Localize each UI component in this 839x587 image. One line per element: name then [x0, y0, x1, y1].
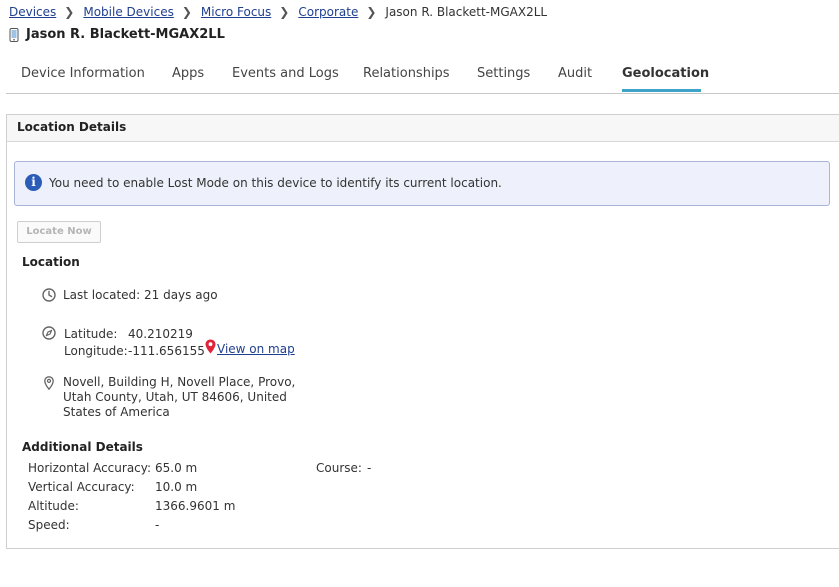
- active-tab-indicator: [622, 89, 701, 92]
- tab-settings[interactable]: Settings: [477, 66, 530, 81]
- course-value: -: [367, 461, 372, 475]
- breadcrumb: Devices ❯ Mobile Devices ❯ Micro Focus ❯…: [9, 4, 547, 20]
- altitude-label: Altitude:: [28, 499, 79, 513]
- breadcrumb-micro-focus[interactable]: Micro Focus: [201, 5, 271, 19]
- breadcrumb-corporate[interactable]: Corporate: [298, 5, 358, 19]
- tab-geolocation[interactable]: Geolocation: [622, 66, 709, 81]
- breadcrumb-current: Jason R. Blackett-MGAX2LL: [385, 5, 548, 19]
- location-heading: Location: [22, 255, 80, 269]
- tab-bar: Device Information Apps Events and Logs …: [6, 57, 839, 94]
- address-text: Novell, Building H, Novell Place, Provo,…: [63, 375, 296, 419]
- compass-icon: [42, 326, 56, 340]
- chevron-right-icon: ❯: [366, 5, 377, 19]
- speed-value: -: [155, 518, 160, 532]
- horizontal-accuracy-value: 65.0 m: [155, 461, 198, 475]
- speed-label: Speed:: [28, 518, 70, 532]
- breadcrumb-mobile-devices[interactable]: Mobile Devices: [83, 5, 173, 19]
- latitude-value: 40.210219: [128, 327, 193, 341]
- info-banner: i You need to enable Lost Mode on this d…: [14, 161, 830, 206]
- latitude-label: Latitude:: [64, 327, 118, 341]
- altitude-value: 1366.9601 m: [155, 499, 236, 513]
- horizontal-accuracy-label: Horizontal Accuracy:: [28, 461, 152, 475]
- chevron-right-icon: ❯: [64, 5, 75, 19]
- page-title: Jason R. Blackett-MGAX2LL: [8, 27, 225, 42]
- tab-events-and-logs[interactable]: Events and Logs: [232, 66, 339, 81]
- tab-device-information[interactable]: Device Information: [21, 66, 145, 81]
- map-pin-icon[interactable]: [205, 339, 216, 354]
- info-message: You need to enable Lost Mode on this dev…: [49, 176, 502, 190]
- mobile-device-icon: [9, 27, 19, 42]
- course-label: Course:: [316, 461, 362, 475]
- tab-audit[interactable]: Audit: [558, 66, 592, 81]
- additional-details-heading: Additional Details: [22, 440, 143, 454]
- vertical-accuracy-label: Vertical Accuracy:: [28, 480, 135, 494]
- view-on-map-link[interactable]: View on map: [217, 342, 295, 356]
- chevron-right-icon: ❯: [279, 5, 290, 19]
- panel-header: Location Details: [7, 115, 839, 142]
- tab-apps[interactable]: Apps: [172, 66, 204, 81]
- locate-now-button[interactable]: Locate Now: [17, 221, 101, 243]
- device-title: Jason R. Blackett-MGAX2LL: [26, 27, 225, 42]
- longitude-value: -111.656155: [128, 344, 205, 358]
- last-located-text: Last located: 21 days ago: [63, 288, 218, 302]
- location-marker-icon: [44, 376, 54, 390]
- breadcrumb-devices[interactable]: Devices: [9, 5, 56, 19]
- clock-icon: [42, 288, 56, 302]
- info-icon: i: [25, 174, 42, 191]
- longitude-label: Longitude:: [64, 344, 128, 358]
- panel-title: Location Details: [17, 120, 127, 134]
- chevron-right-icon: ❯: [181, 5, 192, 19]
- tab-relationships[interactable]: Relationships: [363, 66, 450, 81]
- vertical-accuracy-value: 10.0 m: [155, 480, 198, 494]
